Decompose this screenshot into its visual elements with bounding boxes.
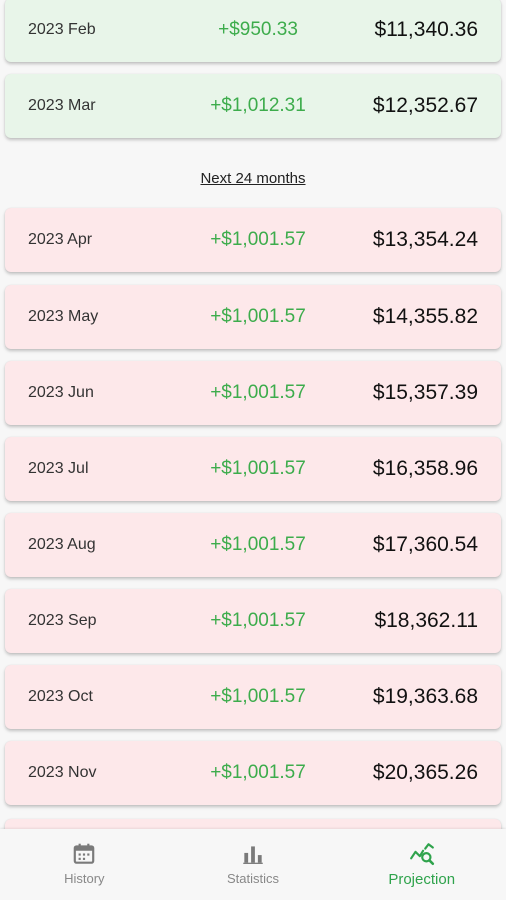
projection-section-label: Next 24 months [200,170,306,187]
bottom-navigation: History Statistics Projection [0,829,506,900]
row-change: +$1,001.57 [210,229,306,250]
row-balance: $16,358.96 [372,457,478,480]
row-balance: $11,340.36 [374,18,478,41]
row-change: +$1,001.57 [210,762,306,783]
row-month: 2023 Jun [28,384,94,401]
trend-search-icon [409,843,434,866]
row-balance: $12,352.67 [372,94,478,117]
row-month: 2023 Sep [28,612,97,629]
list-item[interactable]: 2023 Oct +$1,001.57 $19,363.68 [5,665,501,729]
row-change: +$1,001.57 [210,534,306,555]
bar-chart-icon [243,846,263,864]
row-month: 2023 Nov [28,764,97,781]
projection-screen: 2023 Feb +$950.33 $11,340.36 2023 Mar +$… [0,0,506,900]
nav-tab-statistics[interactable]: Statistics [169,829,338,900]
row-change: +$1,001.57 [210,686,306,707]
list-item[interactable]: 2023 Mar +$1,012.31 $12,352.67 [5,74,501,138]
list-item[interactable]: 2023 Sep +$1,001.57 $18,362.11 [5,589,501,653]
calendar-icon [74,843,95,864]
row-change: +$950.33 [218,19,298,40]
nav-tab-projection[interactable]: Projection [337,829,506,900]
list-item[interactable]: 2023 Jun +$1,001.57 $15,357.39 [5,361,501,425]
nav-label-history: History [64,871,105,886]
nav-label-statistics: Statistics [227,871,280,886]
list-item[interactable]: 2023 Jul +$1,001.57 $16,358.96 [5,437,501,501]
row-balance: $19,363.68 [372,685,478,708]
row-balance: $13,354.24 [372,228,478,251]
row-month: 2023 Apr [28,231,93,248]
list-item[interactable]: 2023 Aug +$1,001.57 $17,360.54 [5,513,501,577]
row-month: 2023 May [28,308,99,325]
row-month: 2023 Mar [28,97,96,114]
nav-tab-history[interactable]: History [0,829,169,900]
row-change: +$1,001.57 [210,306,306,327]
row-balance: $14,355.82 [372,305,478,328]
list-item[interactable]: 2023 May +$1,001.57 $14,355.82 [5,285,501,349]
nav-label-projection: Projection [388,871,456,888]
row-change: +$1,001.57 [210,610,306,631]
row-month: 2023 Oct [28,688,93,705]
row-month: 2023 Feb [28,21,96,38]
row-change: +$1,001.57 [210,382,306,403]
row-balance: $17,360.54 [372,533,478,556]
row-balance: $20,365.26 [372,761,478,784]
row-change: +$1,001.57 [210,458,306,479]
row-balance: $15,357.39 [372,381,478,404]
list-item[interactable]: 2023 Nov +$1,001.57 $20,365.26 [5,741,501,805]
list-item[interactable]: 2023 Apr +$1,001.57 $13,354.24 [5,208,501,272]
row-change: +$1,012.31 [210,95,306,116]
list-item[interactable]: 2023 Feb +$950.33 $11,340.36 [5,0,501,62]
row-balance: $18,362.11 [374,609,478,632]
row-month: 2023 Aug [28,536,96,553]
row-month: 2023 Jul [28,460,89,477]
